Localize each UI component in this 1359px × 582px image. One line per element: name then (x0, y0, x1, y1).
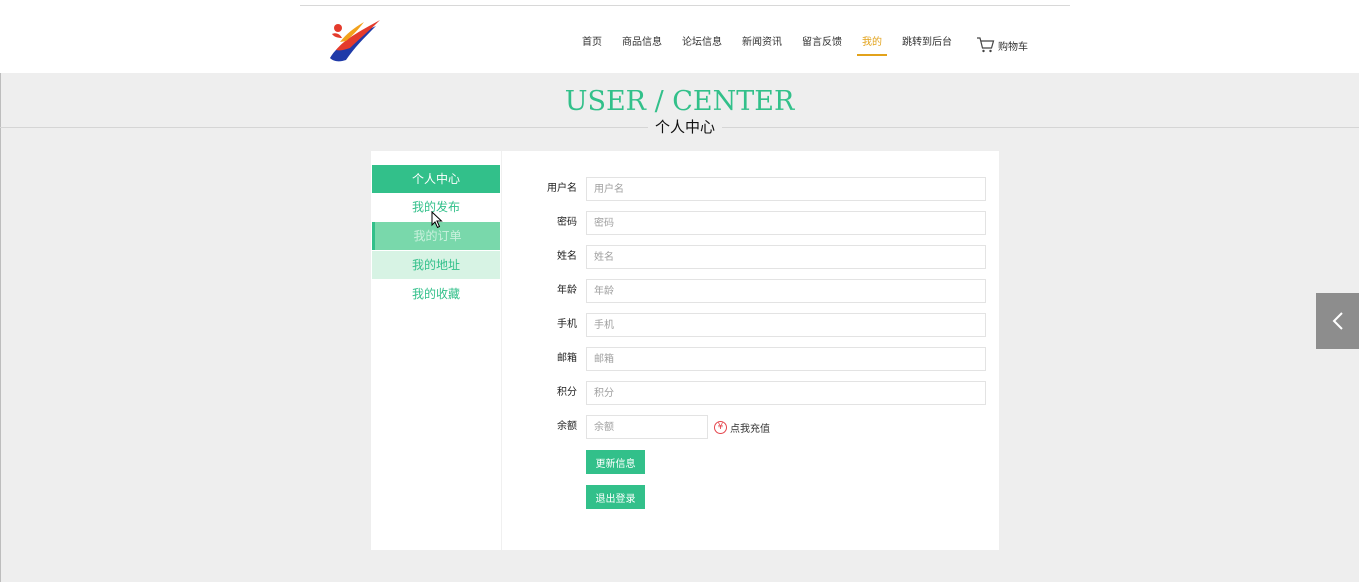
nav-cart[interactable]: 购物车 (962, 30, 1028, 60)
yen-icon: ¥ (714, 420, 727, 434)
age-input[interactable] (586, 279, 986, 303)
cart-label: 购物车 (998, 41, 1028, 53)
site-logo[interactable] (324, 14, 386, 66)
age-label: 年龄 (557, 285, 577, 296)
page-title-cn: 个人中心 (648, 117, 722, 137)
profile-form: 用户名 密码 姓名 年龄 手机 邮箱 积分 余额 ¥ 点我充值 更新信息 退出登… (502, 151, 999, 550)
password-input[interactable] (586, 211, 986, 235)
nav-admin[interactable]: 跳转到后台 (892, 30, 962, 56)
email-input[interactable] (586, 347, 986, 371)
points-label: 积分 (557, 387, 577, 398)
header-divider (300, 5, 1070, 6)
name-input[interactable] (586, 245, 986, 269)
phone-label: 手机 (557, 319, 577, 330)
nav-home[interactable]: 首页 (572, 30, 612, 56)
mouse-cursor-icon (431, 211, 443, 229)
side-panel-toggle[interactable] (1316, 293, 1359, 349)
sidebar-item-profile[interactable]: 个人中心 (372, 165, 500, 193)
main-nav: 首页 商品信息 论坛信息 新闻资讯 留言反馈 我的 跳转到后台 购物车 (572, 30, 1028, 60)
balance-input[interactable] (586, 415, 708, 439)
sidebar-item-my-address[interactable]: 我的地址 (372, 251, 500, 279)
cart-icon (977, 37, 995, 53)
recharge-label: 点我充值 (730, 423, 770, 435)
balance-label: 余额 (557, 421, 577, 432)
nav-mine[interactable]: 我的 (852, 30, 892, 56)
nav-news[interactable]: 新闻资讯 (732, 30, 792, 56)
username-label: 用户名 (547, 183, 577, 194)
nav-products[interactable]: 商品信息 (612, 30, 672, 56)
password-label: 密码 (557, 217, 577, 228)
sidebar-item-my-favorites[interactable]: 我的收藏 (372, 280, 500, 308)
logout-button[interactable]: 退出登录 (586, 485, 645, 509)
user-center-card: 个人中心 我的发布 我的订单 我的地址 我的收藏 用户名 密码 姓名 年龄 手机… (371, 151, 999, 550)
nav-forum[interactable]: 论坛信息 (672, 30, 732, 56)
phone-input[interactable] (586, 313, 986, 337)
name-label: 姓名 (557, 251, 577, 262)
site-header: 首页 商品信息 论坛信息 新闻资讯 留言反馈 我的 跳转到后台 购物车 (0, 0, 1359, 73)
email-label: 邮箱 (557, 353, 577, 364)
update-info-button[interactable]: 更新信息 (586, 450, 645, 474)
chevron-left-icon (1332, 312, 1343, 330)
page-title-en: USER / CENTER (564, 86, 795, 117)
recharge-link[interactable]: ¥ 点我充值 (714, 420, 770, 435)
logo-icon (330, 20, 380, 62)
points-input[interactable] (586, 381, 986, 405)
nav-feedback[interactable]: 留言反馈 (792, 30, 852, 56)
username-input[interactable] (586, 177, 986, 201)
